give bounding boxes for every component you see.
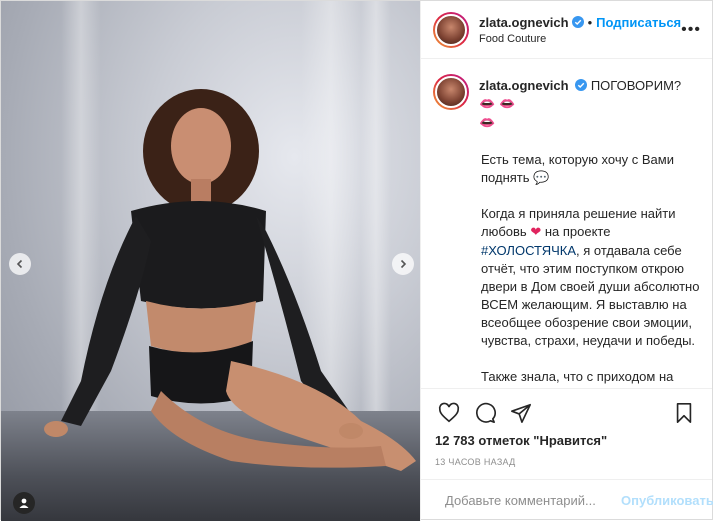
likes-count[interactable]: 12 783 отметок "Нравится" bbox=[435, 433, 607, 448]
caption-area: zlata.ognevich ПОГОВОРИМ? 👄 👄 👄 Есть тем… bbox=[421, 60, 712, 388]
heart-emoji: ❤ bbox=[530, 225, 542, 240]
caption-first-line: ПОГОВОРИМ? bbox=[590, 78, 682, 93]
heart-icon bbox=[438, 402, 460, 422]
tagged-users-button[interactable] bbox=[13, 492, 35, 514]
user-tag-icon bbox=[19, 498, 29, 508]
caption-header: zlata.ognevich ПОГОВОРИМ? 👄 👄 👄 bbox=[433, 74, 700, 133]
post-container: zlata.ognevich • Подписаться Food Coutur… bbox=[0, 0, 713, 521]
verified-icon bbox=[571, 16, 584, 28]
bookmark-icon bbox=[676, 402, 692, 423]
previous-photo-button[interactable] bbox=[9, 253, 31, 275]
lips-emoji: 👄 bbox=[479, 116, 496, 131]
verified-icon bbox=[575, 79, 588, 91]
post-timestamp[interactable]: 13 ЧАСОВ НАЗАД bbox=[435, 457, 516, 467]
comment-icon bbox=[476, 402, 496, 423]
avatar[interactable] bbox=[433, 11, 469, 48]
separator-dot: • bbox=[587, 14, 593, 30]
caption-paragraph: Есть тема, которую хочу с Вами поднять 💬 bbox=[481, 152, 674, 185]
author-username[interactable]: zlata.ognevich bbox=[479, 15, 569, 30]
next-photo-button[interactable] bbox=[392, 253, 414, 275]
post-photo[interactable] bbox=[1, 1, 420, 521]
caption-author[interactable]: zlata.ognevich bbox=[479, 78, 569, 93]
save-button[interactable] bbox=[666, 397, 702, 429]
post-sidebar: zlata.ognevich • Подписаться Food Coutur… bbox=[420, 1, 713, 521]
chevron-left-icon bbox=[16, 259, 23, 269]
share-button[interactable] bbox=[503, 397, 539, 429]
comment-button[interactable] bbox=[467, 397, 503, 429]
caption-paragraph: Также знала, что с приходом на проект, я… bbox=[481, 369, 674, 388]
more-options-button[interactable]: ••• bbox=[681, 21, 701, 39]
caption-text: Есть тема, которую хочу с Вами поднять 💬… bbox=[481, 151, 700, 388]
publish-button[interactable]: Опубликовать bbox=[621, 493, 713, 508]
action-bar bbox=[421, 388, 712, 436]
chevron-right-icon bbox=[400, 259, 407, 269]
like-button[interactable] bbox=[431, 397, 467, 429]
caption-text-segment: , я отдавала себе отчёт, что этим поступ… bbox=[481, 243, 700, 348]
post-header: zlata.ognevich • Подписаться Food Coutur… bbox=[421, 1, 712, 59]
model-figure bbox=[44, 89, 416, 471]
location-link[interactable]: Food Couture bbox=[479, 33, 681, 45]
comment-input[interactable] bbox=[445, 493, 621, 508]
caption-text-segment: на проекте bbox=[541, 224, 611, 239]
follow-button[interactable]: Подписаться bbox=[596, 15, 681, 30]
comment-form: Опубликовать bbox=[421, 479, 713, 521]
avatar[interactable] bbox=[433, 74, 469, 110]
caption-paragraph: Когда я приняла решение найти любовь ❤ н… bbox=[481, 205, 700, 350]
hashtag-link[interactable]: #ХОЛОСТЯЧКА bbox=[481, 243, 576, 258]
share-icon bbox=[511, 403, 531, 423]
lips-emoji: 👄 👄 bbox=[479, 97, 516, 112]
